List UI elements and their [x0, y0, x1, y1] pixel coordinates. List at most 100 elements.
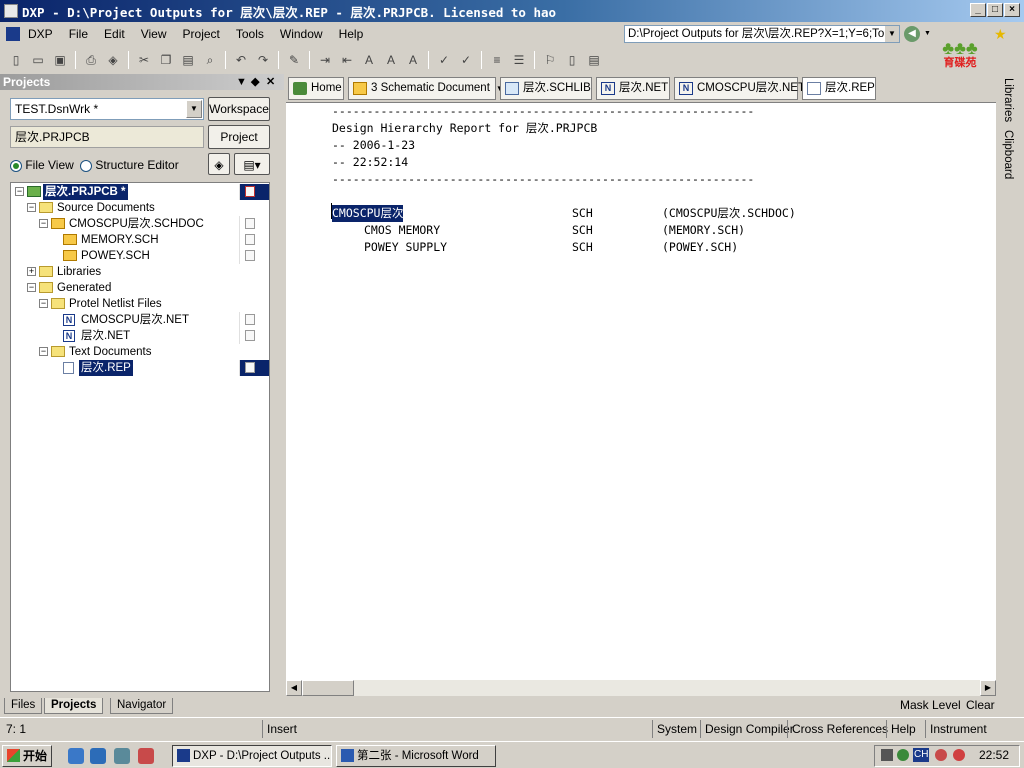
tab-clipboard[interactable]: Clipboard	[1002, 130, 1014, 179]
document-icon[interactable]: ▤	[584, 50, 604, 70]
list-icon[interactable]: ☰	[509, 50, 529, 70]
tab-files[interactable]: Files	[4, 698, 43, 714]
outdent-icon[interactable]: ⇤	[337, 50, 357, 70]
chevron-down-icon[interactable]: ▼	[186, 100, 202, 118]
minimize-button[interactable]: _	[970, 3, 986, 17]
save-icon[interactable]: ▣	[50, 50, 70, 70]
tree-item[interactable]: MEMORY.SCH	[11, 232, 269, 248]
maximize-button[interactable]: □	[987, 3, 1003, 17]
network-icon[interactable]	[881, 749, 893, 761]
player-icon[interactable]	[138, 748, 154, 764]
ie-icon[interactable]	[68, 748, 84, 764]
tree-item[interactable]: − CMOSCPU层次.SCHDOC	[11, 216, 269, 232]
menu-help[interactable]: Help	[331, 23, 372, 45]
find-text-icon[interactable]: A	[359, 50, 379, 70]
expand-icon[interactable]: +	[27, 267, 36, 276]
layers-icon[interactable]: ◈	[103, 50, 123, 70]
redo-icon[interactable]: ↷	[253, 50, 273, 70]
tree-item[interactable]: − Generated	[11, 280, 269, 296]
back-icon[interactable]: ◀	[904, 26, 920, 42]
tab-schematic-documents[interactable]: 3 Schematic Document▼	[348, 77, 504, 100]
open-folder-icon[interactable]: ▭	[28, 50, 48, 70]
file-view-radio[interactable]: File View	[10, 157, 90, 173]
page-icon[interactable]: ▯	[562, 50, 582, 70]
tray-app-icon[interactable]	[897, 749, 909, 761]
tree-item[interactable]: N 层次.NET	[11, 328, 269, 344]
collapse-icon[interactable]: −	[39, 299, 48, 308]
tree-item[interactable]: 层次.REP	[11, 360, 269, 376]
tree-item[interactable]: − Source Documents	[11, 200, 269, 216]
spell-check-icon[interactable]: ✓	[434, 50, 454, 70]
tray-app-icon[interactable]	[935, 749, 947, 761]
print-icon[interactable]: ⎙	[81, 50, 101, 70]
tab-libraries[interactable]: Libraries	[1002, 78, 1014, 122]
copy-icon[interactable]: ❐	[156, 50, 176, 70]
collapse-icon[interactable]: −	[39, 347, 48, 356]
menu-project[interactable]: Project	[175, 23, 228, 45]
tree-item[interactable]: POWEY.SCH	[11, 248, 269, 264]
scroll-left-icon[interactable]: ◀	[286, 680, 302, 696]
tab-schlib[interactable]: 层次.SCHLIB	[500, 77, 592, 100]
start-button[interactable]: 开始	[2, 745, 52, 767]
spell-check-2-icon[interactable]: ✓	[456, 50, 476, 70]
favorites-star-icon[interactable]: ★	[994, 26, 1010, 42]
find-icon[interactable]: ⌕	[200, 50, 220, 70]
menu-file[interactable]: File	[61, 23, 96, 45]
cross-references-button[interactable]: Cross References	[787, 720, 892, 738]
tab-navigator[interactable]: Navigator	[110, 698, 174, 714]
tab-projects[interactable]: Projects	[44, 698, 104, 714]
align-icon[interactable]: ≡	[487, 50, 507, 70]
undo-icon[interactable]: ↶	[231, 50, 251, 70]
desktop-icon[interactable]	[114, 748, 130, 764]
collapse-icon[interactable]: −	[15, 187, 24, 196]
chevron-down-icon[interactable]: ▼	[885, 26, 899, 42]
menu-dxp[interactable]: DXP	[20, 23, 61, 45]
bookmark-icon[interactable]: ⚐	[540, 50, 560, 70]
replace-text-icon[interactable]: A	[381, 50, 401, 70]
workspace-button[interactable]: Workspace	[208, 97, 270, 121]
outlook-icon[interactable]	[90, 748, 106, 764]
language-indicator[interactable]: CH	[913, 748, 930, 762]
menu-view[interactable]: View	[133, 23, 175, 45]
tab-rep[interactable]: 层次.REP	[802, 77, 876, 100]
project-button[interactable]: Project	[208, 125, 270, 149]
menu-edit[interactable]: Edit	[96, 23, 133, 45]
pin-icon[interactable]: ◆	[251, 74, 259, 90]
collapse-icon[interactable]: −	[39, 219, 48, 228]
scroll-right-icon[interactable]: ▶	[980, 680, 996, 696]
tab-cmoscpu-net[interactable]: N CMOSCPU层次.NET	[674, 77, 805, 100]
tree-item[interactable]: N CMOSCPU层次.NET	[11, 312, 269, 328]
cut-icon[interactable]: ✂	[134, 50, 154, 70]
collapse-icon[interactable]: −	[27, 203, 36, 212]
scroll-thumb[interactable]	[302, 680, 354, 696]
address-combo[interactable]: D:\Project Outputs for 层次\层次.REP?X=1;Y=6…	[624, 25, 900, 43]
tree-item[interactable]: − 层次.PRJPCB *	[11, 184, 269, 200]
new-file-icon[interactable]: ▯	[6, 50, 26, 70]
task-dxp[interactable]: DXP - D:\Project Outputs ...	[172, 745, 332, 767]
indent-icon[interactable]: ⇥	[315, 50, 335, 70]
tree-item[interactable]: + Libraries	[11, 264, 269, 280]
clear-button[interactable]: Clear	[966, 698, 995, 712]
mask-level-button[interactable]: Mask Level	[900, 698, 961, 712]
workspace-combo[interactable]: TEST.DsnWrk * ▼	[10, 98, 204, 120]
close-button[interactable]: ×	[1004, 3, 1020, 17]
hint-icon[interactable]: ✎	[284, 50, 304, 70]
font-icon[interactable]: A	[403, 50, 423, 70]
collapse-icon[interactable]: −	[27, 283, 36, 292]
instrument-racks-button[interactable]: Instrument Racks	[925, 720, 1024, 754]
help-button[interactable]: Help	[886, 720, 920, 738]
system-button[interactable]: System	[652, 720, 701, 738]
menu-tools[interactable]: Tools	[228, 23, 272, 45]
tray-app-icon[interactable]	[953, 749, 965, 761]
menu-window[interactable]: Window	[272, 23, 331, 45]
project-field[interactable]: 层次.PRJPCB	[10, 126, 204, 148]
paste-icon[interactable]: ▤	[178, 50, 198, 70]
design-compiler-button[interactable]: Design Compiler	[700, 720, 798, 738]
panel-menu-icon[interactable]: ▼	[236, 74, 247, 90]
project-options-button[interactable]: ▤▾	[234, 153, 270, 175]
tree-item[interactable]: − Protel Netlist Files	[11, 296, 269, 312]
horizontal-scrollbar[interactable]: ◀ ▶	[286, 680, 996, 696]
task-word[interactable]: 第二张 - Microsoft Word	[336, 745, 496, 767]
text-editor[interactable]: ----------------------------------------…	[286, 102, 996, 680]
compile-button[interactable]: ◈	[208, 153, 230, 175]
